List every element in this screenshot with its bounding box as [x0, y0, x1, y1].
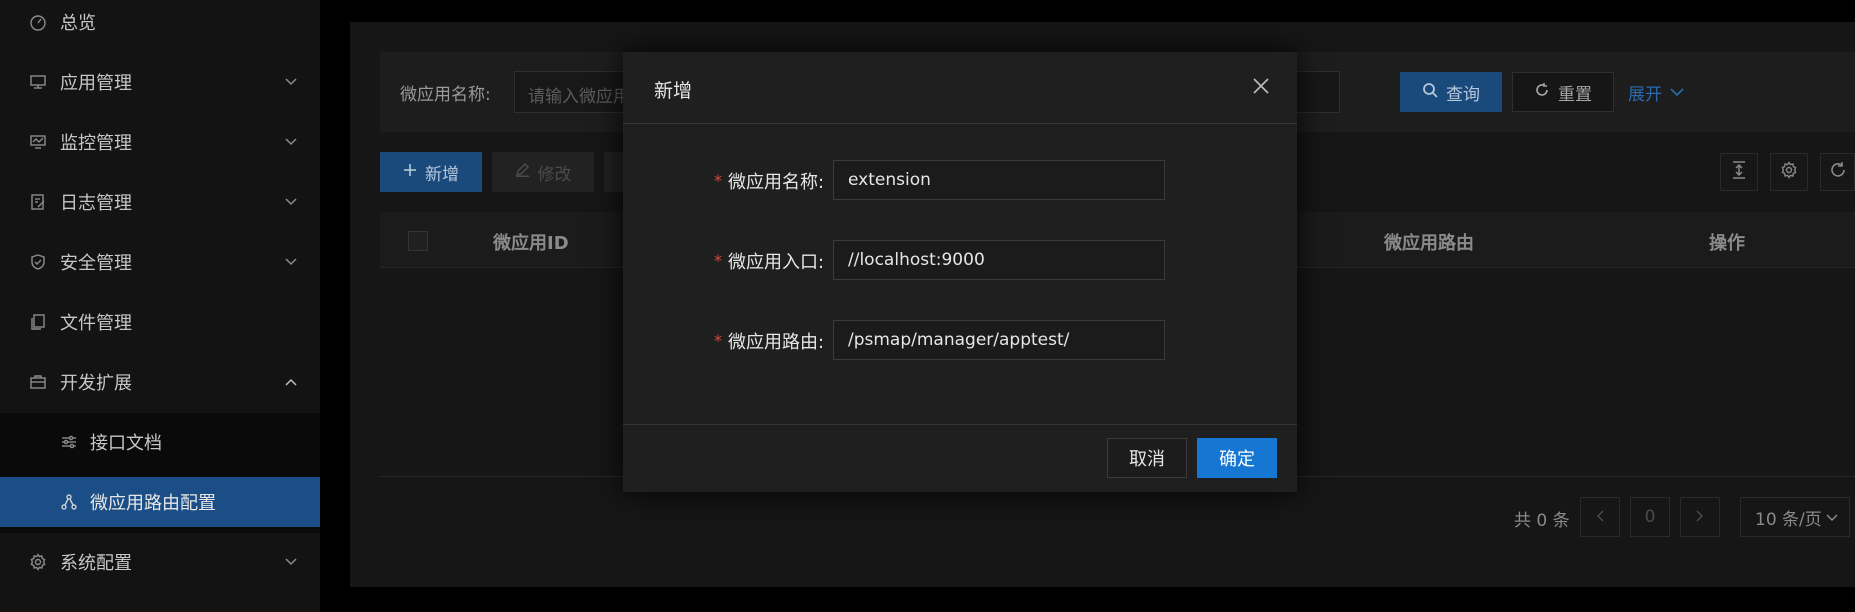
- plus-icon: [403, 162, 417, 182]
- pagination-total: 共 0 条: [1514, 511, 1570, 531]
- sidebar-item-label: 应用管理: [60, 73, 132, 94]
- sidebar-item-label: 日志管理: [60, 193, 132, 214]
- page-number-label: 0: [1644, 507, 1656, 527]
- sidebar-item-label: 监控管理: [60, 133, 132, 154]
- edit-button[interactable]: 修改: [492, 152, 594, 192]
- sidebar-item-app-management[interactable]: 应用管理: [0, 54, 320, 110]
- page-number[interactable]: 0: [1630, 497, 1670, 537]
- sidebar-item-label: 系统配置: [60, 553, 132, 574]
- sidebar-item-api-docs[interactable]: 接口文档: [0, 414, 320, 470]
- sidebar-item-system-config[interactable]: 系统配置: [0, 534, 320, 590]
- chevron-down-icon: [284, 255, 298, 269]
- sidebar-item-micro-app-routing[interactable]: 微应用路由配置: [0, 477, 320, 527]
- sidebar-item-label: 接口文档: [90, 433, 162, 454]
- column-header: 微应用路由: [1384, 233, 1474, 254]
- dialog-title: 新增: [654, 80, 693, 102]
- form-row-entry: * 微应用入口:: [623, 240, 1297, 280]
- expand-button[interactable]: 展开: [1628, 72, 1684, 112]
- chevron-down-icon: [1826, 507, 1838, 527]
- select-all-checkbox[interactable]: [408, 231, 428, 251]
- sidebar-item-label: 安全管理: [60, 253, 132, 274]
- dashboard-icon: [29, 13, 47, 31]
- route-field[interactable]: [833, 320, 1165, 360]
- edit-button-label: 修改: [537, 164, 572, 185]
- add-button[interactable]: 新增: [380, 152, 482, 192]
- chevron-down-icon: [1670, 82, 1684, 102]
- sidebar-item-dev-extension[interactable]: 开发扩展: [0, 354, 320, 410]
- required-marker: *: [714, 251, 722, 270]
- confirm-button[interactable]: 确定: [1197, 438, 1277, 478]
- query-name-label: 微应用名称:: [400, 85, 491, 105]
- sidebar-item-label: 微应用路由配置: [90, 493, 216, 514]
- chevron-down-icon: [284, 555, 298, 569]
- chevron-right-icon: [1696, 507, 1704, 527]
- files-icon: [29, 313, 47, 331]
- close-button[interactable]: [1247, 74, 1275, 102]
- sliders-icon: [60, 433, 78, 451]
- cancel-button[interactable]: 取消: [1107, 438, 1187, 478]
- chart-monitor-icon: [29, 133, 47, 151]
- chevron-down-icon: [284, 135, 298, 149]
- page-size-label: 10 条/页: [1755, 509, 1822, 530]
- form-row-route: * 微应用路由:: [623, 320, 1297, 360]
- chevron-left-icon: [1596, 507, 1604, 527]
- name-field[interactable]: [833, 160, 1165, 200]
- next-page-button[interactable]: [1680, 497, 1720, 537]
- gear-icon: [1780, 161, 1798, 183]
- column-header: 操作: [1709, 233, 1745, 254]
- reset-button-label: 重置: [1558, 84, 1592, 105]
- required-marker: *: [714, 331, 722, 350]
- reset-button[interactable]: 重置: [1512, 72, 1614, 112]
- reload-icon: [1534, 82, 1550, 103]
- sidebar-item-security-management[interactable]: 安全管理: [0, 234, 320, 290]
- briefcase-icon: [29, 373, 47, 391]
- cancel-button-label: 取消: [1129, 449, 1165, 470]
- refresh-button[interactable]: [1820, 153, 1855, 191]
- chevron-up-icon: [284, 375, 298, 389]
- sidebar-item-log-management[interactable]: 日志管理: [0, 174, 320, 230]
- sidebar-item-label: 总览: [60, 13, 96, 34]
- column-header: 微应用ID: [493, 233, 569, 254]
- close-icon: [1252, 77, 1270, 99]
- refresh-icon: [1829, 161, 1847, 183]
- search-icon: [1422, 82, 1438, 103]
- entry-field[interactable]: [833, 240, 1165, 280]
- entry-field-label: 微应用入口:: [728, 252, 825, 273]
- column-height-icon: [1731, 161, 1747, 183]
- dialog-footer: 取消 确定: [623, 424, 1297, 492]
- name-field-label: 微应用名称:: [728, 172, 825, 193]
- gear-icon: [29, 553, 47, 571]
- form-row-name: * 微应用名称:: [623, 160, 1297, 200]
- sidebar-item-file-management[interactable]: 文件管理: [0, 294, 320, 350]
- share-nodes-icon: [60, 493, 78, 511]
- search-button[interactable]: 查询: [1400, 72, 1502, 112]
- search-button-label: 查询: [1446, 84, 1480, 105]
- sidebar-item-label: 开发扩展: [60, 373, 132, 394]
- pencil-icon: [515, 162, 530, 182]
- sidebar: 总览 应用管理 监控管理 日志管理 安全管理 文件管理 开发扩展 接口文档 微应…: [0, 0, 320, 612]
- add-button-label: 新增: [425, 164, 459, 185]
- prev-page-button[interactable]: [1580, 497, 1620, 537]
- query-name-placeholder: 请输入微应用: [528, 87, 630, 107]
- column-height-button[interactable]: [1720, 153, 1758, 191]
- settings-button[interactable]: [1770, 153, 1808, 191]
- shield-icon: [29, 253, 47, 271]
- route-field-label: 微应用路由:: [728, 332, 825, 353]
- monitor-icon: [29, 73, 47, 91]
- chevron-down-icon: [284, 75, 298, 89]
- page-size-select[interactable]: 10 条/页: [1740, 497, 1850, 537]
- expand-button-label: 展开: [1628, 84, 1662, 105]
- sidebar-item-label: 文件管理: [60, 313, 132, 334]
- app-root: 总览 应用管理 监控管理 日志管理 安全管理 文件管理 开发扩展 接口文档 微应…: [0, 0, 1855, 612]
- sidebar-item-monitor-management[interactable]: 监控管理: [0, 114, 320, 170]
- confirm-button-label: 确定: [1219, 449, 1255, 470]
- add-dialog: 新增 * 微应用名称: * 微应用入口: * 微应用路由: 取消: [623, 52, 1297, 492]
- edit-doc-icon: [29, 193, 47, 211]
- dialog-header: 新增: [623, 52, 1297, 124]
- required-marker: *: [714, 171, 722, 190]
- sidebar-item-overview[interactable]: 总览: [0, 0, 320, 50]
- chevron-down-icon: [284, 195, 298, 209]
